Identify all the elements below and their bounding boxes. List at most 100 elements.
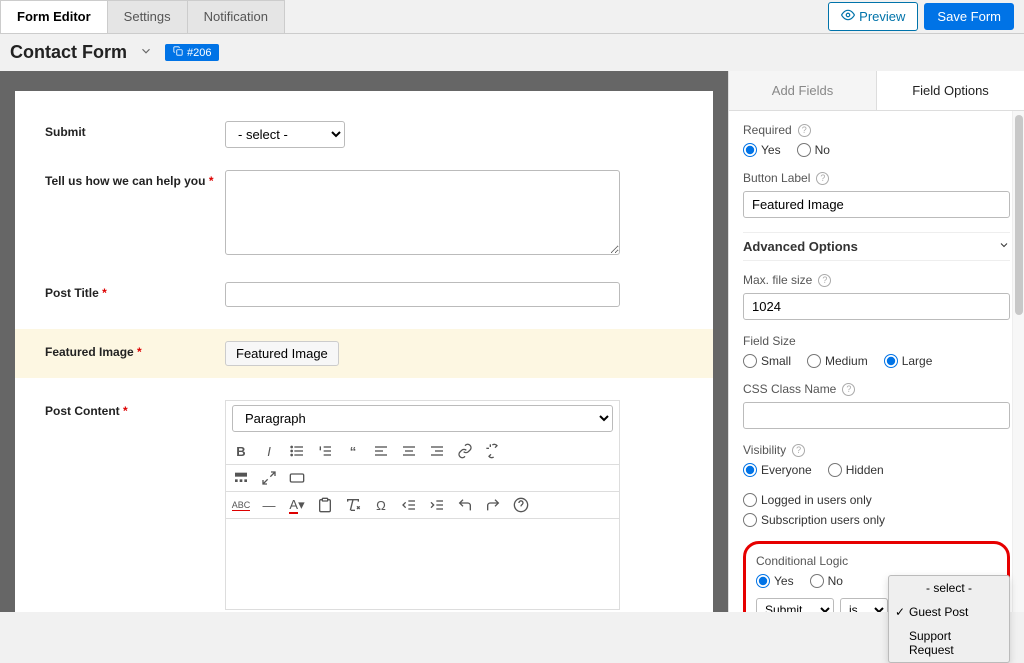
opt-button-label: Button Label?: [743, 171, 1010, 218]
align-center-icon[interactable]: [400, 442, 418, 460]
form-id-badge[interactable]: #206: [165, 44, 219, 61]
radio-vis-hidden[interactable]: Hidden: [828, 463, 884, 477]
hr-icon[interactable]: —: [260, 496, 278, 514]
opt-css-class: CSS Class Name?: [743, 382, 1010, 429]
field-help[interactable]: Tell us how we can help you *: [45, 170, 683, 260]
field-featured-image[interactable]: Featured Image * Featured Image: [15, 329, 713, 378]
help-icon[interactable]: ?: [818, 274, 831, 287]
tab-notification[interactable]: Notification: [187, 0, 285, 33]
link-icon[interactable]: [456, 442, 474, 460]
form-title: Contact Form: [10, 42, 127, 63]
form-canvas: Submit - select - Tell us how we can hel…: [15, 91, 713, 612]
field-post-content[interactable]: Post Content * Paragraph B I “: [45, 400, 683, 610]
copy-icon: [173, 46, 183, 59]
scrollbar-thumb[interactable]: [1015, 115, 1023, 315]
topbar: Form Editor Settings Notification Previe…: [0, 0, 1024, 34]
indent-icon[interactable]: [428, 496, 446, 514]
unlink-icon[interactable]: [484, 442, 502, 460]
preview-label: Preview: [859, 9, 905, 24]
bold-icon[interactable]: B: [232, 442, 250, 460]
rte-toolbar-row2: [226, 465, 619, 492]
numbered-list-icon[interactable]: [316, 442, 334, 460]
rte-body[interactable]: [226, 519, 619, 609]
eye-icon: [841, 8, 855, 25]
bullet-list-icon[interactable]: [288, 442, 306, 460]
cond-operator-select[interactable]: is: [840, 598, 888, 612]
button-label-input[interactable]: [743, 191, 1010, 218]
paste-icon[interactable]: [316, 496, 334, 514]
quote-icon[interactable]: “: [344, 442, 362, 460]
main: Submit - select - Tell us how we can hel…: [0, 71, 1024, 612]
chevron-down-icon[interactable]: [139, 44, 153, 61]
toolbar-toggle-icon[interactable]: [232, 469, 250, 487]
field-submit[interactable]: Submit - select -: [45, 121, 683, 148]
undo-icon[interactable]: [456, 496, 474, 514]
scrollbar[interactable]: [1012, 111, 1024, 612]
radio-vis-subscription[interactable]: Subscription users only: [743, 513, 885, 527]
help-textarea[interactable]: [225, 170, 620, 255]
italic-icon[interactable]: I: [260, 442, 278, 460]
radio-size-medium[interactable]: Medium: [807, 354, 868, 368]
field-label: Submit: [45, 121, 225, 148]
outdent-icon[interactable]: [400, 496, 418, 514]
featured-image-button[interactable]: Featured Image: [225, 341, 339, 366]
tab-settings[interactable]: Settings: [107, 0, 188, 33]
save-form-button[interactable]: Save Form: [924, 3, 1014, 30]
radio-size-large[interactable]: Large: [884, 354, 933, 368]
field-label: Post Content: [45, 404, 120, 418]
advanced-options-header[interactable]: Advanced Options: [743, 232, 1010, 261]
help-icon[interactable]: [512, 496, 530, 514]
radio-vis-logged[interactable]: Logged in users only: [743, 493, 872, 507]
radio-cond-no[interactable]: No: [810, 574, 843, 588]
align-right-icon[interactable]: [428, 442, 446, 460]
cond-value-dropdown[interactable]: - select - Guest Post Support Request: [888, 575, 1010, 663]
text-color-icon[interactable]: A ▾: [288, 496, 306, 514]
special-char-icon[interactable]: Ω: [372, 496, 390, 514]
main-tabs: Form Editor Settings Notification: [0, 0, 284, 33]
paragraph-select[interactable]: Paragraph: [232, 405, 613, 432]
radio-vis-everyone[interactable]: Everyone: [743, 463, 812, 477]
radio-cond-yes[interactable]: Yes: [756, 574, 794, 588]
chevron-down-icon: [998, 239, 1010, 254]
dropdown-placeholder[interactable]: - select -: [889, 576, 1009, 600]
title-row: Contact Form #206: [0, 34, 1024, 71]
dropdown-option-guest[interactable]: Guest Post: [889, 600, 1009, 624]
opt-field-size: Field Size Small Medium Large: [743, 334, 1010, 368]
css-class-input[interactable]: [743, 402, 1010, 429]
strikethrough-icon[interactable]: ABC: [232, 496, 250, 514]
clear-format-icon[interactable]: [344, 496, 362, 514]
keyboard-icon[interactable]: [288, 469, 306, 487]
submit-select[interactable]: - select -: [225, 121, 345, 148]
tab-add-fields[interactable]: Add Fields: [729, 71, 876, 110]
help-icon[interactable]: ?: [798, 124, 811, 137]
field-label: Post Title: [45, 286, 99, 300]
rich-text-editor: Paragraph B I “: [225, 400, 620, 610]
top-buttons: Preview Save Form: [828, 0, 1024, 33]
radio-required-no[interactable]: No: [797, 143, 830, 157]
rte-toolbar-row3: ABC — A ▾ Ω: [226, 492, 619, 519]
canvas-wrap: Submit - select - Tell us how we can hel…: [0, 71, 728, 612]
form-id-text: #206: [187, 47, 211, 59]
fullscreen-icon[interactable]: [260, 469, 278, 487]
sidebar-tabs: Add Fields Field Options: [729, 71, 1024, 111]
max-file-input[interactable]: [743, 293, 1010, 320]
radio-required-yes[interactable]: Yes: [743, 143, 781, 157]
opt-required: Required? Yes No: [743, 123, 1010, 157]
cond-field-select[interactable]: Submit: [756, 598, 834, 612]
opt-visibility: Visibility? Everyone Hidden Logged in us…: [743, 443, 1010, 527]
tab-form-editor[interactable]: Form Editor: [0, 0, 108, 33]
tab-field-options[interactable]: Field Options: [876, 71, 1024, 110]
radio-size-small[interactable]: Small: [743, 354, 791, 368]
post-title-input[interactable]: [225, 282, 620, 307]
field-label: Tell us how we can help you: [45, 174, 205, 188]
field-label: Featured Image: [45, 345, 134, 359]
dropdown-option-support[interactable]: Support Request: [889, 624, 1009, 662]
preview-button[interactable]: Preview: [828, 2, 918, 31]
help-icon[interactable]: ?: [792, 444, 805, 457]
redo-icon[interactable]: [484, 496, 502, 514]
help-icon[interactable]: ?: [842, 383, 855, 396]
field-post-title[interactable]: Post Title *: [45, 282, 683, 307]
align-left-icon[interactable]: [372, 442, 390, 460]
help-icon[interactable]: ?: [816, 172, 829, 185]
sidebar-body: Required? Yes No Button Label? Advanced …: [729, 111, 1024, 612]
